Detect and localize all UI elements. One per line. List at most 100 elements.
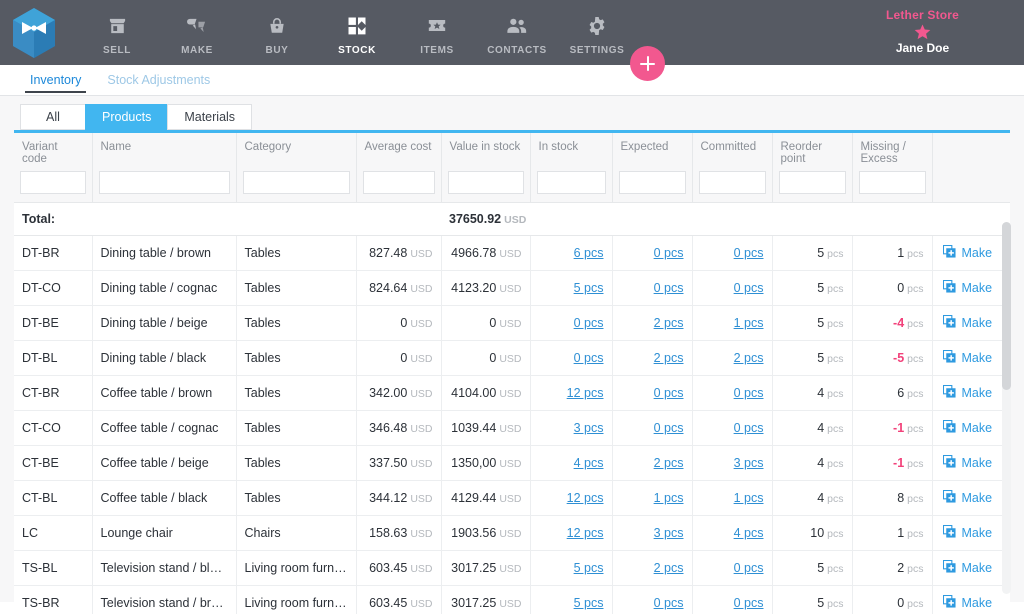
cell-committed[interactable]: 0 pcs (692, 550, 773, 586)
cell-in-stock[interactable]: 0 pcs (530, 340, 613, 376)
nav-item-items[interactable]: ITEMS (397, 0, 477, 65)
table-row[interactable]: DT-BL Dining table / black Tables 0 USD 0 USD 0… (14, 340, 1010, 376)
cell-committed[interactable]: 0 pcs (692, 585, 773, 614)
table-row[interactable]: DT-CO Dining table / cognac Tables 824.64 US… (14, 270, 1010, 306)
col-expected[interactable]: Expected (612, 133, 693, 171)
cell-committed[interactable]: 1 pcs (692, 305, 773, 341)
cell-expected[interactable]: 2 pcs (612, 550, 693, 586)
nav-item-contacts[interactable]: CONTACTS (477, 0, 557, 65)
cell-committed[interactable]: 0 pcs (692, 270, 773, 306)
cell-expected[interactable]: 0 pcs (612, 585, 693, 614)
col-value-in-stock[interactable]: Value in stock (441, 133, 531, 171)
segment-materials[interactable]: Materials (167, 104, 253, 130)
table-scrollbar[interactable] (1002, 222, 1011, 594)
cell-in-stock[interactable]: 5 pcs (530, 550, 613, 586)
make-button[interactable]: Make (942, 244, 992, 261)
nav-item-sell[interactable]: SELL (77, 0, 157, 65)
table-row[interactable]: DT-BR Dining table / brown Tables 827.48 USD… (14, 235, 1010, 271)
cell-actions[interactable]: Make (932, 410, 1010, 446)
cell-committed[interactable]: 2 pcs (692, 340, 773, 376)
col-committed[interactable]: Committed (692, 133, 773, 171)
cell-in-stock[interactable]: 0 pcs (530, 305, 613, 341)
make-button[interactable]: Make (942, 384, 992, 401)
nav-item-stock[interactable]: STOCK (317, 0, 397, 65)
cell-actions[interactable]: Make (932, 235, 1010, 271)
cell-actions[interactable]: Make (932, 480, 1010, 516)
col-category[interactable]: Category (236, 133, 357, 171)
cell-in-stock[interactable]: 12 pcs (530, 480, 613, 516)
filter-input-value-in-stock[interactable] (447, 171, 524, 194)
cell-expected[interactable]: 1 pcs (612, 480, 693, 516)
make-button[interactable]: Make (942, 594, 992, 611)
cell-expected[interactable]: 3 pcs (612, 515, 693, 551)
filter-input-missing-excess[interactable] (858, 171, 926, 194)
table-row[interactable]: CT-CO Coffee table / cognac Tables 346.48 US… (14, 410, 1010, 446)
cell-in-stock[interactable]: 6 pcs (530, 235, 613, 271)
cell-committed[interactable]: 4 pcs (692, 515, 773, 551)
table-row[interactable]: DT-BE Dining table / beige Tables 0 USD 0 USD 0… (14, 305, 1010, 341)
col-missing-excess[interactable]: Missing / Excess (852, 133, 933, 171)
cell-expected[interactable]: 2 pcs (612, 445, 693, 481)
make-button[interactable]: Make (942, 524, 992, 541)
cell-in-stock[interactable]: 3 pcs (530, 410, 613, 446)
filter-input-committed[interactable] (698, 171, 766, 194)
cell-actions[interactable]: Make (932, 270, 1010, 306)
make-button[interactable]: Make (942, 559, 992, 576)
table-row[interactable]: CT-BL Coffee table / black Tables 344.12 USD… (14, 480, 1010, 516)
cell-committed[interactable]: 0 pcs (692, 410, 773, 446)
filter-input-reorder-point[interactable] (778, 171, 846, 194)
add-button[interactable] (630, 46, 665, 81)
col-average-cost[interactable]: Average cost (356, 133, 442, 171)
col-reorder-point[interactable]: Reorder point (772, 133, 853, 171)
tab-stock-adjustments[interactable]: Stock Adjustments (107, 67, 210, 93)
cell-in-stock[interactable]: 4 pcs (530, 445, 613, 481)
user-account-box[interactable]: Lether Store Jane Doe (835, 8, 1010, 55)
filter-input-category[interactable] (242, 171, 350, 194)
cell-actions[interactable]: Make (932, 445, 1010, 481)
make-button[interactable]: Make (942, 349, 992, 366)
filter-input-expected[interactable] (618, 171, 686, 194)
nav-item-buy[interactable]: BUY (237, 0, 317, 65)
cell-expected[interactable]: 0 pcs (612, 410, 693, 446)
filter-input-average-cost[interactable] (362, 171, 435, 194)
cell-expected[interactable]: 2 pcs (612, 305, 693, 341)
cell-actions[interactable]: Make (932, 585, 1010, 614)
filter-input-variant-code[interactable] (20, 171, 86, 194)
cell-in-stock[interactable]: 12 pcs (530, 515, 613, 551)
cell-actions[interactable]: Make (932, 305, 1010, 341)
filter-input-name[interactable] (98, 171, 230, 194)
cell-actions[interactable]: Make (932, 515, 1010, 551)
make-button[interactable]: Make (942, 314, 992, 331)
scrollbar-thumb[interactable] (1002, 222, 1011, 390)
cell-expected[interactable]: 0 pcs (612, 270, 693, 306)
table-row[interactable]: CT-BE Coffee table / beige Tables 337.50 USD… (14, 445, 1010, 481)
cell-in-stock[interactable]: 12 pcs (530, 375, 613, 411)
cell-committed[interactable]: 1 pcs (692, 480, 773, 516)
col-name[interactable]: Name (92, 133, 237, 171)
make-button[interactable]: Make (942, 454, 992, 471)
app-logo[interactable] (11, 7, 57, 59)
cell-expected[interactable]: 2 pcs (612, 340, 693, 376)
table-row[interactable]: CT-BR Coffee table / brown Tables 342.00 USD… (14, 375, 1010, 411)
col-in-stock[interactable]: In stock (530, 133, 613, 171)
cell-committed[interactable]: 3 pcs (692, 445, 773, 481)
make-button[interactable]: Make (942, 489, 992, 506)
cell-expected[interactable]: 0 pcs (612, 375, 693, 411)
table-row[interactable]: TS-BR Television stand / brown... Living r… (14, 585, 1010, 614)
tab-inventory[interactable]: Inventory (24, 67, 87, 93)
table-row[interactable]: LC Lounge chair Chairs 158.63 USD 1903.56 USD 1… (14, 515, 1010, 551)
cell-in-stock[interactable]: 5 pcs (530, 270, 613, 306)
cell-committed[interactable]: 0 pcs (692, 235, 773, 271)
cell-actions[interactable]: Make (932, 550, 1010, 586)
nav-item-make[interactable]: MAKE (157, 0, 237, 65)
make-button[interactable]: Make (942, 279, 992, 296)
col-variant-code[interactable]: Variant code (14, 133, 93, 171)
make-button[interactable]: Make (942, 419, 992, 436)
segment-all[interactable]: All (20, 104, 85, 130)
cell-actions[interactable]: Make (932, 375, 1010, 411)
nav-item-settings[interactable]: SETTINGS (557, 0, 637, 65)
cell-expected[interactable]: 0 pcs (612, 235, 693, 271)
cell-in-stock[interactable]: 5 pcs (530, 585, 613, 614)
cell-actions[interactable]: Make (932, 340, 1010, 376)
segment-products[interactable]: Products (85, 104, 168, 130)
